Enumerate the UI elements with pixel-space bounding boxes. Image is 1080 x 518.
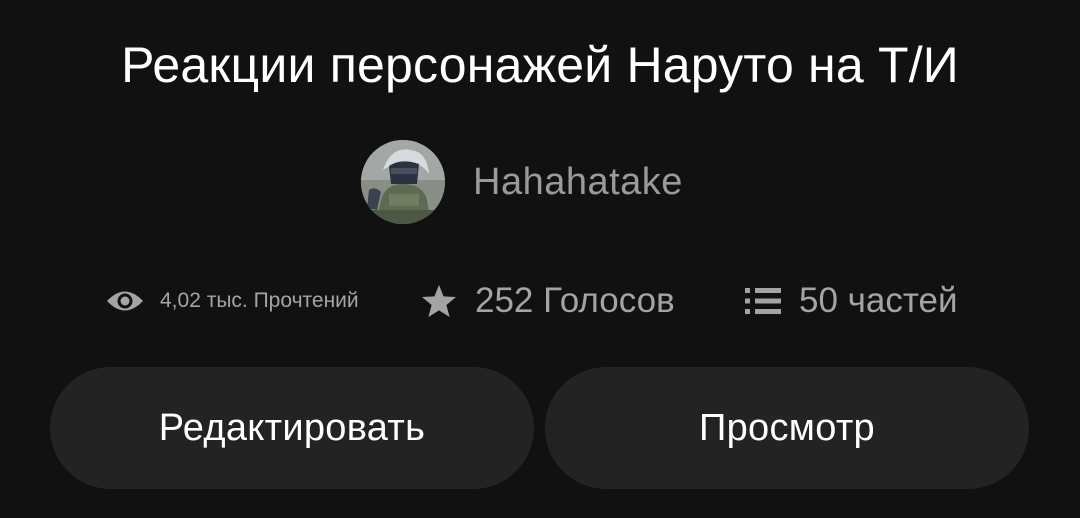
reads-stat: 4,02 тыс. Прочтений (106, 276, 359, 326)
list-icon (745, 286, 781, 316)
story-title: Реакции персонажей Наруто на Т/И (121, 37, 959, 93)
eye-icon (106, 288, 144, 314)
view-button[interactable]: Просмотр (545, 367, 1029, 489)
story-stats: 4,02 тыс. Прочтений 252 Голосов 50 часте… (0, 276, 1080, 326)
view-button-label: Просмотр (699, 406, 875, 449)
author-avatar[interactable] (361, 140, 445, 224)
votes-count: 252 Голосов (475, 281, 675, 320)
star-icon (421, 284, 457, 318)
edit-button-label: Редактировать (158, 406, 426, 449)
parts-stat: 50 частей (745, 276, 958, 326)
edit-button[interactable]: Редактировать (50, 367, 534, 489)
parts-count: 50 частей (799, 281, 958, 320)
votes-stat: 252 Голосов (421, 276, 675, 326)
reads-count: 4,02 тыс. Прочтений (160, 289, 359, 312)
author-name[interactable]: Hahahatake (473, 140, 683, 224)
author-row[interactable]: Hahahatake (361, 140, 683, 224)
story-details-screen: Реакции персонажей Наруто на Т/И Hahahat… (0, 0, 1080, 518)
